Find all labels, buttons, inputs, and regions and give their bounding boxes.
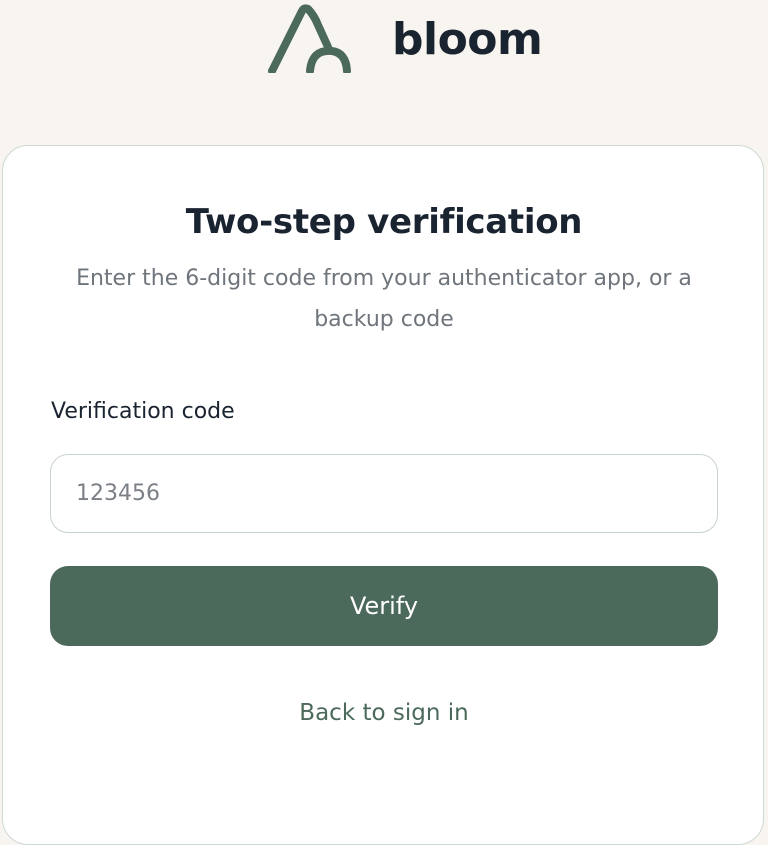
verify-button[interactable]: Verify (50, 566, 718, 646)
brand-header: bloom (0, 0, 768, 90)
back-to-sign-in-link[interactable]: Back to sign in (0, 694, 768, 732)
page-subtitle: Enter the 6-digit code from your authent… (76, 266, 692, 332)
page-title: Two-step verification (185, 202, 583, 242)
verification-code-label: Verification code (51, 399, 235, 424)
bloom-logo-icon (268, 4, 351, 73)
brand-name: bloom (392, 14, 543, 65)
verification-code-input[interactable] (50, 454, 718, 533)
